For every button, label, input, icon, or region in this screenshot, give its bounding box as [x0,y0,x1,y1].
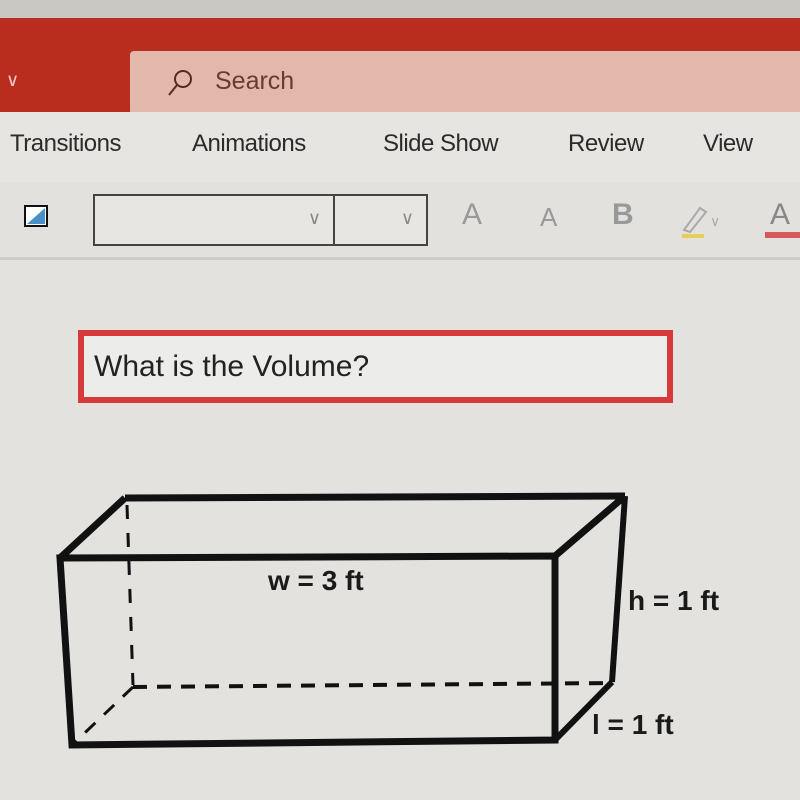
search-placeholder: Search [215,67,295,95]
length-label: l = 1 ft [592,709,674,740]
shape-fill-icon[interactable] [24,205,48,227]
rectangular-prism-diagram: w = 3 ft h = 1 ft l = 1 ft [56,492,719,749]
hidden-depth-edge [70,685,135,747]
screen-top-edge [0,0,800,18]
font-color-button[interactable]: A [770,198,790,232]
title-bar: ∨ Search [0,18,800,115]
tab-slide-show[interactable]: Slide Show [383,130,499,158]
hidden-bottom-edge [132,681,613,689]
tab-transitions[interactable]: Transitions [10,130,121,158]
font-name-dropdown[interactable]: ∨ [93,194,335,246]
chevron-down-icon: ∨ [307,208,321,229]
height-label: h = 1 ft [628,585,719,616]
search-box[interactable]: Search [130,51,800,115]
ribbon-tabs: Transitions Animations Slide Show Review… [0,112,800,182]
font-size-dropdown[interactable]: ∨ [333,194,428,246]
tab-review[interactable]: Review [568,130,644,158]
search-icon [168,70,192,96]
bold-button[interactable]: B [612,198,634,232]
tab-view[interactable]: View [703,130,753,158]
svg-text:∨: ∨ [710,214,720,230]
prism-back-right-edge [609,495,628,683]
prism-top-left-edge [57,495,128,561]
prism-top-back-edge [124,492,626,502]
grow-font-button[interactable]: A [462,198,482,232]
chevron-down-icon: ∨ [400,208,414,229]
hidden-vertical-edge [125,504,135,686]
prism-top-right-edge [552,493,628,559]
question-text: What is the Volume? [94,350,370,383]
question-textbox[interactable]: What is the Volume? [78,330,673,403]
width-label: w = 3 ft [267,565,364,596]
font-color-swatch [765,232,800,238]
quick-access-chevron-icon[interactable]: ∨ [6,70,19,91]
highlighter-icon[interactable]: ∨ [678,200,728,242]
tab-animations[interactable]: Animations [192,130,306,158]
shrink-font-button[interactable]: A [540,202,557,233]
